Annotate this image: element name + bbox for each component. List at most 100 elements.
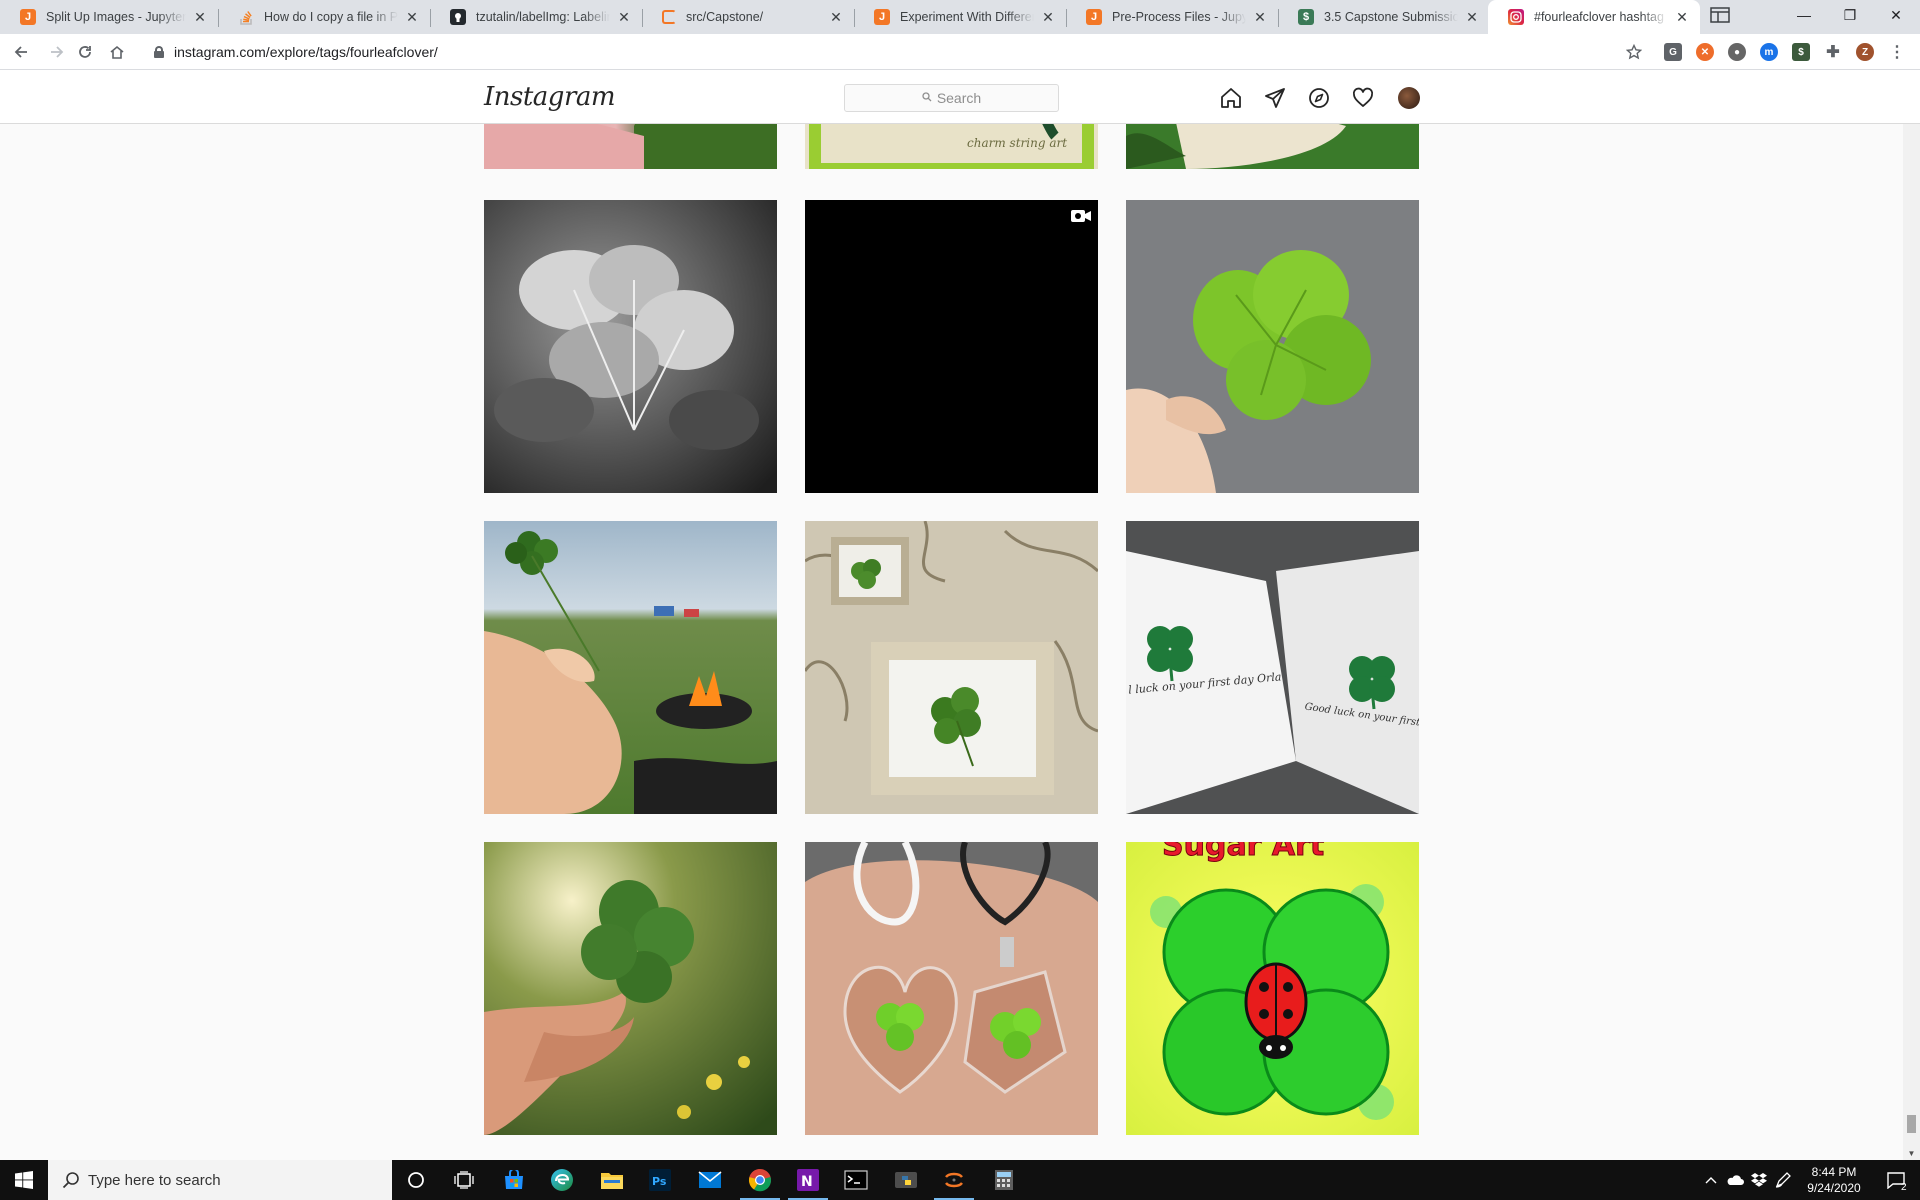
photoshop-icon[interactable]: Ps	[636, 1160, 684, 1200]
tab-labelimg-github[interactable]: tzutalin/labelImg: Labeling ✕	[430, 0, 642, 34]
extensions-puzzle-icon[interactable]: ✚	[1824, 43, 1842, 61]
page-scrollbar[interactable]: ▲ ▼	[1903, 70, 1920, 1160]
post-image	[805, 842, 1098, 1135]
tab-title: src/Capstone/	[686, 10, 764, 24]
pen-ink-icon[interactable]	[1772, 1160, 1794, 1200]
jupyter-taskbar-icon[interactable]	[930, 1160, 978, 1200]
mail-icon[interactable]	[686, 1160, 734, 1200]
post-black-white-clover-leaves[interactable]	[484, 200, 777, 493]
post-good-luck-cards[interactable]: l luck on your first day Orla Good luck …	[1126, 521, 1419, 814]
reload-icon[interactable]	[71, 38, 99, 66]
profile-avatar[interactable]: Z	[1856, 43, 1874, 61]
close-icon[interactable]: ✕	[404, 9, 420, 25]
onedrive-icon[interactable]	[1724, 1160, 1746, 1200]
extension-orange-icon[interactable]: ✕	[1696, 43, 1714, 61]
post-clover-by-campfire[interactable]	[484, 521, 777, 814]
search-icon	[62, 1171, 80, 1193]
post-video-black[interactable]	[805, 200, 1098, 493]
tab-experiment-models[interactable]: J Experiment With Different Models ✕	[854, 0, 1066, 34]
show-hidden-icons-icon[interactable]	[1700, 1160, 1722, 1200]
taskbar-clock[interactable]: 8:44 PM 9/24/2020	[1794, 1164, 1874, 1196]
tab-title: 3.5 Capstone Submission - Springboard	[1324, 10, 1458, 24]
action-center-icon[interactable]: 2	[1876, 1160, 1916, 1200]
post-image	[484, 521, 777, 814]
activity-heart-icon[interactable]	[1351, 86, 1375, 110]
close-icon[interactable]: ✕	[1674, 9, 1690, 25]
address-bar[interactable]: instagram.com/explore/tags/fourleafclove…	[140, 38, 1640, 66]
close-icon[interactable]: ✕	[1252, 9, 1268, 25]
svg-text:Ps: Ps	[652, 1175, 667, 1188]
close-icon[interactable]: ✕	[828, 9, 844, 25]
close-icon[interactable]: ✕	[192, 9, 208, 25]
close-icon[interactable]: ✕	[1464, 9, 1480, 25]
post-hand-holding-four-leaf-clover[interactable]	[1126, 200, 1419, 493]
scroll-down-icon[interactable]: ▼	[1903, 1146, 1920, 1160]
tab-search-icon[interactable]	[1706, 3, 1734, 27]
home-nav-icon[interactable]	[1219, 86, 1243, 110]
taskbar-search-input[interactable]: Type here to search	[48, 1160, 392, 1200]
search-placeholder: Search	[936, 90, 982, 106]
extension-green-icon[interactable]: $	[1792, 43, 1810, 61]
direct-message-icon[interactable]	[1263, 86, 1287, 110]
tab-title: How do I copy a file in Python?	[264, 10, 398, 24]
file-explorer-icon[interactable]	[588, 1160, 636, 1200]
search-icon	[922, 91, 932, 105]
extension-blue-icon[interactable]: m	[1760, 43, 1778, 61]
close-icon[interactable]: ✕	[1040, 9, 1056, 25]
back-icon[interactable]	[7, 38, 35, 66]
home-icon[interactable]	[103, 38, 131, 66]
stackoverflow-icon	[238, 9, 254, 25]
python-icon[interactable]	[882, 1160, 930, 1200]
svg-text:N: N	[801, 1174, 813, 1190]
post-pink-hand-clover[interactable]	[484, 124, 777, 169]
tab-title: Split Up Images - Jupyter Notebook	[46, 10, 186, 24]
post-ornate-frames-clover[interactable]	[805, 521, 1098, 814]
instagram-logo[interactable]: Instagram	[484, 82, 616, 112]
post-dog-fur-clover[interactable]	[1126, 124, 1419, 169]
post-image	[484, 124, 777, 169]
search-input[interactable]: Search	[844, 84, 1059, 112]
close-window-icon[interactable]: ✕	[1873, 0, 1919, 30]
taskbar-search-placeholder: Type here to search	[88, 1171, 221, 1189]
tab-title: tzutalin/labelImg: Labeling	[476, 10, 610, 24]
task-view-icon[interactable]	[440, 1160, 488, 1200]
forward-icon[interactable]	[43, 38, 71, 66]
onenote-icon[interactable]: N	[784, 1160, 832, 1200]
post-image	[1126, 200, 1419, 493]
lock-icon	[154, 46, 164, 58]
extension-circle-icon[interactable]: ●	[1728, 43, 1746, 61]
terminal-icon[interactable]	[832, 1160, 880, 1200]
post-string-art-clover[interactable]: charm string art	[805, 124, 1098, 169]
tab-title: Experiment With Different Models	[900, 10, 1034, 24]
instagram-icon	[1508, 9, 1524, 25]
restore-icon[interactable]: ❐	[1827, 0, 1873, 30]
windows-start-icon[interactable]	[0, 1160, 48, 1200]
tab-pre-process-files[interactable]: J Pre-Process Files - Jupyter Notebook ✕	[1066, 0, 1278, 34]
scroll-thumb[interactable]	[1907, 1115, 1916, 1133]
cortana-icon[interactable]	[392, 1160, 440, 1200]
calculator-icon[interactable]	[980, 1160, 1028, 1200]
microsoft-store-icon[interactable]	[490, 1160, 538, 1200]
tab-split-up-images[interactable]: J Split Up Images - Jupyter Notebook ✕	[0, 0, 218, 34]
bookmark-star-icon[interactable]	[1620, 38, 1648, 66]
post-image	[484, 200, 777, 493]
extension-g-icon[interactable]: G	[1664, 43, 1682, 61]
clock-date: 9/24/2020	[1807, 1181, 1861, 1195]
post-ladybug-clover-art[interactable]: Sugar Art	[1126, 842, 1419, 1135]
post-clover-resin-pendants[interactable]	[805, 842, 1098, 1135]
tab-src-capstone[interactable]: src/Capstone/ ✕	[642, 0, 854, 34]
browser-menu-icon[interactable]: ⋮	[1888, 43, 1906, 61]
chrome-icon[interactable]	[736, 1160, 784, 1200]
explore-compass-icon[interactable]	[1307, 86, 1331, 110]
tab-instagram-fourleafclover[interactable]: #fourleafclover hashtag on Instagram ✕	[1488, 0, 1700, 34]
github-icon	[450, 9, 466, 25]
tab-copy-file-python[interactable]: How do I copy a file in Python? ✕	[218, 0, 430, 34]
edge-browser-icon[interactable]	[538, 1160, 586, 1200]
minimize-icon[interactable]: —	[1781, 0, 1827, 30]
dropbox-icon[interactable]	[1748, 1160, 1770, 1200]
post-sunset-clover-fingers[interactable]	[484, 842, 777, 1135]
capstone-icon: $	[1298, 9, 1314, 25]
close-icon[interactable]: ✕	[616, 9, 632, 25]
tab-capstone-submission[interactable]: $ 3.5 Capstone Submission - Springboard …	[1278, 0, 1490, 34]
profile-avatar-icon[interactable]	[1398, 87, 1420, 109]
